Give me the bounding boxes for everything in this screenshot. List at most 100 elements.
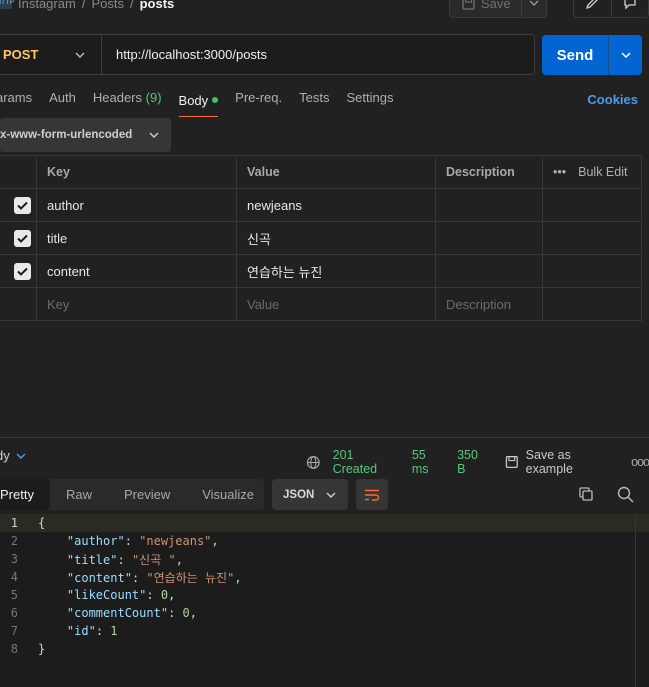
view-tab-pretty[interactable]: Pretty: [0, 479, 50, 510]
send-label: Send: [542, 35, 609, 75]
response-status-row: 201 Created 55 ms 350 B Save as example …: [306, 448, 649, 476]
save-icon: [462, 0, 475, 10]
check-icon: [17, 201, 28, 210]
code-text: {: [38, 516, 46, 530]
code-line: 1 {: [0, 514, 649, 532]
code-text: "author": "newjeans",: [66, 534, 219, 548]
format-select[interactable]: JSON: [272, 479, 348, 510]
tab-auth[interactable]: Auth: [49, 90, 76, 110]
tab-tests[interactable]: Tests: [299, 90, 329, 110]
more-options-icon[interactable]: ooo: [631, 455, 649, 469]
code-text: "id": 1: [66, 624, 118, 638]
save-button[interactable]: Save: [449, 0, 547, 18]
send-button[interactable]: Send: [542, 35, 642, 75]
save-as-example-label: Save as example: [525, 448, 573, 476]
code-line: 8 }: [0, 640, 649, 658]
table-row: author newjeans: [0, 188, 642, 222]
code-text: "commentCount": 0,: [66, 606, 197, 620]
check-icon: [17, 267, 28, 276]
tab-params[interactable]: arams: [0, 90, 32, 110]
chevron-down-icon: [75, 52, 85, 58]
header-checkbox-cell: [0, 155, 37, 189]
row-checkbox-cell: [0, 188, 37, 222]
line-number: 8: [10, 642, 18, 656]
row-description[interactable]: [435, 188, 543, 222]
request-tabs: arams Auth Headers (9) Body Pre-req. Tes…: [0, 90, 393, 117]
header-icon-buttons: [573, 0, 649, 18]
column-header-description: Description: [435, 155, 543, 189]
view-tab-raw[interactable]: Raw: [50, 479, 108, 510]
cookies-link[interactable]: Cookies: [587, 92, 638, 107]
save-options-chevron-icon[interactable]: [522, 0, 546, 6]
response-body-label: dy: [0, 448, 10, 463]
url-input[interactable]: http://localhost:3000/posts: [102, 47, 267, 62]
edit-icon[interactable]: [574, 0, 611, 17]
status-code[interactable]: 201 Created: [333, 448, 400, 476]
new-value-input[interactable]: Value: [236, 287, 436, 321]
code-line: 4 "content": "연습하는 뉴진",: [0, 568, 649, 586]
code-scrollbar[interactable]: [635, 514, 649, 687]
breadcrumb-item-collection[interactable]: Instagram: [18, 0, 76, 11]
row-value[interactable]: newjeans: [236, 188, 436, 222]
tab-body-label: Body: [178, 92, 209, 108]
code-line: 2 "author": "newjeans",: [0, 532, 649, 550]
tab-prereq[interactable]: Pre-req.: [235, 90, 282, 110]
save-as-example-button[interactable]: Save as example: [505, 448, 619, 476]
breadcrumb: HTTP Instagram / Posts / posts: [0, 0, 174, 12]
new-key-input[interactable]: Key: [36, 287, 237, 321]
search-icon[interactable]: [617, 486, 634, 506]
code-line: 7 "id": 1: [0, 622, 649, 640]
row-checkbox[interactable]: [14, 229, 31, 247]
headers-count: (9): [145, 90, 162, 105]
row-value[interactable]: 신곡: [236, 221, 436, 255]
new-description-input[interactable]: Description: [435, 287, 543, 321]
tab-headers-label: Headers: [92, 90, 143, 105]
row-description[interactable]: [435, 221, 543, 255]
row-description[interactable]: [435, 254, 543, 288]
check-icon: [17, 234, 28, 243]
bulk-edit-cell: ••• Bulk Edit: [542, 155, 642, 189]
line-number: 1: [10, 516, 18, 530]
table-row: title 신곡: [0, 221, 642, 255]
body-type-select[interactable]: x-www-form-urlencoded: [0, 118, 171, 152]
response-time[interactable]: 55 ms: [412, 448, 445, 476]
line-number: 3: [10, 552, 18, 566]
breadcrumb-item-request[interactable]: posts: [140, 0, 175, 11]
response-view-tabs: Pretty Raw Preview Visualize: [0, 479, 264, 510]
comment-icon[interactable]: [610, 0, 649, 17]
globe-icon[interactable]: [306, 455, 321, 470]
line-number: 6: [10, 606, 18, 620]
line-number: 4: [10, 570, 18, 584]
breadcrumb-item-folder[interactable]: Posts: [91, 0, 124, 11]
table-row: content 연습하는 뉴진: [0, 254, 642, 288]
row-key[interactable]: content: [36, 254, 237, 288]
column-header-value: Value: [236, 155, 436, 189]
response-size[interactable]: 350 B: [457, 448, 489, 476]
tab-body[interactable]: Body: [178, 90, 219, 117]
row-key[interactable]: title: [36, 221, 237, 255]
row-key[interactable]: author: [36, 188, 237, 222]
more-options-icon[interactable]: •••: [553, 165, 566, 179]
row-checkbox-cell: [0, 287, 37, 321]
row-extra: [542, 188, 642, 222]
tab-headers[interactable]: Headers (9): [93, 90, 162, 110]
row-checkbox[interactable]: [14, 262, 31, 280]
row-value[interactable]: 연습하는 뉴진: [236, 254, 436, 288]
view-tab-preview[interactable]: Preview: [108, 479, 186, 510]
view-tab-visualize[interactable]: Visualize: [186, 479, 270, 510]
row-checkbox[interactable]: [14, 196, 31, 214]
code-text: }: [38, 642, 46, 656]
tab-settings[interactable]: Settings: [346, 90, 393, 110]
send-options-chevron-icon[interactable]: [609, 35, 642, 75]
response-body-select[interactable]: dy: [0, 448, 26, 463]
method-select[interactable]: POST: [0, 35, 102, 74]
code-text: "title": "신곡 ",: [66, 552, 183, 567]
bulk-edit-button[interactable]: Bulk Edit: [578, 165, 627, 179]
response-code-viewer[interactable]: 1 { 2 "author": "newjeans", 3 "title": "…: [0, 514, 649, 687]
chevron-down-icon: [149, 132, 159, 138]
format-label: JSON: [283, 488, 315, 501]
wrap-lines-button[interactable]: [356, 479, 388, 510]
body-type-label: x-www-form-urlencoded: [0, 129, 133, 141]
copy-icon[interactable]: [578, 486, 594, 505]
line-number: 2: [10, 534, 18, 548]
